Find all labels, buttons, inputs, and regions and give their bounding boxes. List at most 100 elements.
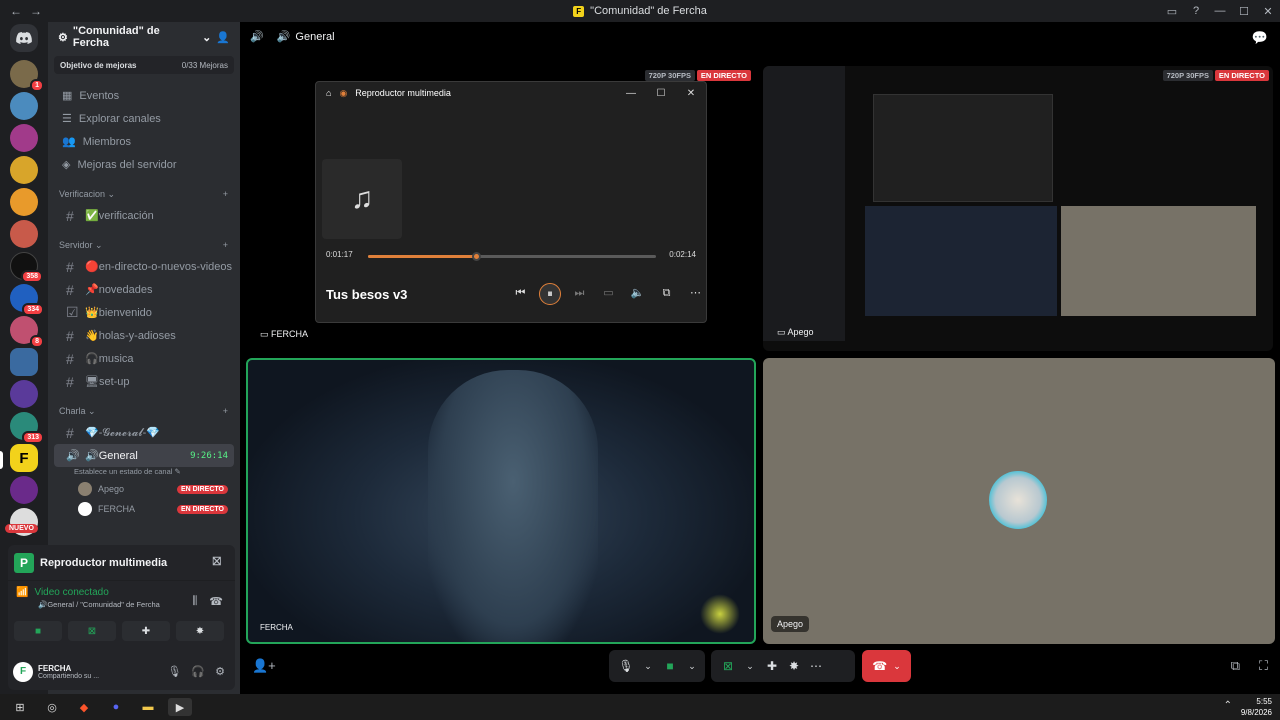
activity-row[interactable]: P Reproductor multimedia ⛝ (8, 545, 235, 581)
soundboard-button[interactable]: ✸ (176, 621, 224, 641)
server-icon-5[interactable] (10, 188, 38, 216)
media-player-app-icon[interactable]: ▶ (168, 698, 192, 716)
minimize-button[interactable]: — (1208, 5, 1232, 17)
subtitles-icon[interactable]: ▭ (594, 283, 623, 303)
brave-app-icon[interactable]: ◆ (72, 698, 96, 716)
category-verificacion[interactable]: Verificacion ⌄ + (48, 184, 240, 204)
invite-icon[interactable]: 👤+ (252, 658, 276, 674)
chevron-down-icon[interactable]: ⌄ (637, 661, 659, 672)
channel-en-directo[interactable]: # 🔴en-directo-o-nuevos-videos (54, 255, 234, 278)
previous-icon[interactable]: ⏮ (506, 283, 535, 303)
screen-share-button[interactable]: ⊠ (68, 621, 116, 641)
stop-stream-icon[interactable]: ⛝ (213, 556, 221, 569)
microphone-icon[interactable]: 🎙 (167, 665, 181, 678)
chat-bubble-icon[interactable]: 💬 (1252, 30, 1268, 46)
server-icon-12[interactable]: 313 (10, 412, 44, 444)
add-channel-icon[interactable]: + (223, 189, 228, 199)
server-icon-comunidad[interactable]: F (10, 444, 38, 472)
discord-home-icon[interactable] (10, 24, 38, 52)
pause-button[interactable]: ⏸ (539, 283, 561, 305)
voice-user-fercha[interactable]: FERCHA EN DIRECTO (48, 499, 240, 519)
channel-novedades[interactable]: # 📌novedades (54, 278, 234, 301)
next-icon[interactable]: ⏭ (565, 283, 594, 303)
screen-share-icon[interactable]: ⊠ (717, 659, 739, 673)
add-user-icon[interactable]: 👤 (216, 31, 230, 44)
microphone-icon[interactable]: 🎙 (615, 659, 637, 673)
activities-button[interactable]: ✚ (122, 621, 170, 641)
server-icon-4[interactable] (10, 156, 38, 184)
soundboard-icon[interactable]: ⫼ (192, 595, 197, 608)
server-icon-2[interactable] (10, 92, 38, 120)
voice-channel-general[interactable]: 🔊 🔊General 9:26:14 (54, 444, 234, 467)
inbox-icon[interactable]: ▭ (1160, 5, 1184, 18)
chevron-down-icon[interactable]: ⌄ (681, 661, 703, 672)
fullscreen-icon[interactable]: ⛶ (1259, 658, 1268, 674)
volume-icon[interactable]: 🔈 (623, 283, 652, 303)
camera-icon[interactable]: ■ (659, 659, 681, 673)
category-charla[interactable]: Charla ⌄ + (48, 401, 240, 421)
channel-musica[interactable]: # 🎧musica (54, 347, 234, 370)
camera-tile-fercha[interactable]: FERCHA (246, 358, 756, 644)
server-icon-6[interactable] (10, 220, 38, 248)
voice-user-apego[interactable]: Apego EN DIRECTO (48, 479, 240, 499)
clock-date: 9/8/2026 (1240, 708, 1272, 717)
chrome-app-icon[interactable]: ◎ (40, 698, 64, 716)
channel-general-text[interactable]: # 💎-𝓖𝓮𝓷𝓮𝓻𝓪𝓵-💎 (54, 421, 234, 444)
seek-bar-thumb[interactable] (472, 252, 481, 261)
more-options-icon[interactable]: ⋯ (805, 659, 827, 673)
server-icon-9[interactable]: 8 (10, 316, 44, 348)
voice-status-prompt[interactable]: Establece un estado de canal ✎ (74, 467, 240, 479)
camera-tile-apego[interactable]: Apego (763, 358, 1275, 644)
server-header[interactable]: ⚙ "Comunidad" de Fercha ⌄ 👤 (48, 22, 240, 52)
server-icon-3[interactable] (10, 124, 38, 152)
boost-goal[interactable]: Objetivo de mejoras 0/33 Mejoras (54, 56, 234, 74)
back-arrow-icon[interactable]: ← (10, 4, 22, 18)
discord-app-icon[interactable]: ● (104, 698, 128, 716)
pop-out-icon[interactable]: ⧉ (1231, 658, 1240, 674)
forward-arrow-icon[interactable]: → (30, 4, 42, 18)
close-button[interactable]: ✕ (676, 88, 706, 99)
close-button[interactable]: ✕ (1256, 5, 1280, 18)
user-area[interactable]: F FERCHA Compartiendo su ... 🎙 🎧 ⚙ (8, 653, 235, 690)
server-icon-1[interactable]: 1 (10, 60, 44, 92)
seek-bar[interactable] (368, 252, 656, 261)
miniplayer-icon[interactable]: ⧉ (652, 283, 681, 303)
boost-icon: ◈ (62, 159, 71, 171)
channel-bienvenido[interactable]: ☑ 👑bienvenido (54, 301, 234, 324)
server-icon-10[interactable] (10, 348, 38, 376)
stream-tile-apego[interactable]: 720P 30FPS EN DIRECTO ▭ Apego (763, 66, 1273, 351)
channel-holas-y-adioses[interactable]: # 👋holas-y-adioses (54, 324, 234, 347)
maximize-button[interactable]: ☐ (1232, 5, 1256, 18)
hang-up-button[interactable]: ☎ ⌄ (862, 650, 911, 682)
camera-button[interactable]: ■ (14, 621, 62, 641)
menu-events[interactable]: ▦ Eventos (48, 84, 240, 107)
soundboard-icon[interactable]: ✸ (783, 659, 805, 673)
help-icon[interactable]: ? (1184, 5, 1208, 17)
server-icon-8[interactable]: 334 (10, 284, 44, 316)
windows-start-icon[interactable]: ⊞ (8, 698, 32, 716)
server-icon-11[interactable] (10, 380, 38, 408)
channel-verificacion[interactable]: # ✅verificación (54, 204, 234, 227)
file-explorer-icon[interactable]: ▬ (136, 698, 160, 716)
add-channel-icon[interactable]: + (223, 240, 228, 250)
maximize-button[interactable]: ☐ (646, 88, 676, 99)
add-channel-icon[interactable]: + (223, 406, 228, 416)
menu-members[interactable]: 👥 Miembros (48, 130, 240, 153)
server-icon-7[interactable]: 358 (10, 252, 43, 283)
activities-icon[interactable]: ✚ (761, 659, 783, 673)
home-icon[interactable]: ⌂ (326, 88, 331, 98)
media-player-window[interactable]: ⌂ ◉ Reproductor multimedia — ☐ ✕ ♫ 0:01:… (315, 81, 707, 323)
channel-set-up[interactable]: # 🖥set-up (54, 370, 234, 393)
chevron-down-icon[interactable]: ⌄ (739, 661, 761, 672)
more-options-icon[interactable]: ⋯ (681, 283, 710, 303)
category-servidor[interactable]: Servidor ⌄ + (48, 235, 240, 255)
menu-server-boosts[interactable]: ◈ Mejoras del servidor (48, 153, 240, 176)
system-clock[interactable]: 5:55 9/8/2026 (1241, 696, 1272, 718)
disconnect-icon[interactable]: ☎ (209, 595, 223, 608)
tray-chevron-icon[interactable]: ⌃ (1224, 700, 1232, 711)
server-icon-13[interactable] (10, 476, 38, 504)
headphones-icon[interactable]: 🎧 (191, 665, 205, 678)
menu-browse-channels[interactable]: ☰ Explorar canales (48, 107, 240, 130)
minimize-button[interactable]: — (616, 88, 646, 99)
settings-gear-icon[interactable]: ⚙ (215, 665, 225, 678)
